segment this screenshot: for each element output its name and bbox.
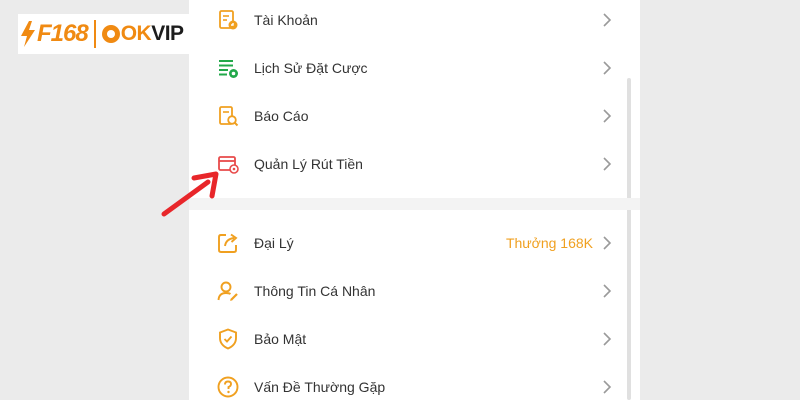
lightning-icon: [21, 21, 35, 47]
section-divider: [189, 198, 640, 210]
menu-label-bet-history: Lịch Sử Đặt Cược: [254, 60, 368, 76]
chevron-right-icon: [603, 13, 612, 27]
menu-label-withdraw-management: Quản Lý Rút Tiền: [254, 156, 363, 172]
scrollbar[interactable]: [627, 78, 631, 400]
agent-icon: [218, 233, 238, 253]
f168-text: F168: [37, 20, 89, 47]
chevron-right-icon: [603, 284, 612, 298]
menu-label-report: Báo Cáo: [254, 108, 309, 124]
okvip-logo: OK VIP: [101, 22, 184, 46]
menu-label-security: Bảo Mật: [254, 331, 307, 347]
menu-item-agent[interactable]: Đại Lý Thưởng 168K: [189, 219, 627, 267]
okvip-emblem-icon: [101, 25, 120, 43]
chevron-right-icon: [603, 380, 612, 394]
shield-icon: [219, 328, 237, 350]
okvip-ok-text: OK: [120, 22, 152, 45]
menu-label-agent: Đại Lý: [254, 235, 294, 251]
red-arrow-icon: [161, 171, 219, 217]
bet-history-icon: [219, 60, 238, 78]
question-icon: [217, 376, 239, 398]
chevron-right-icon: [603, 236, 612, 250]
menu-label-faq: Vấn Đề Thường Gặp: [254, 379, 386, 395]
chevron-right-icon: [603, 332, 612, 346]
chevron-right-icon: [603, 157, 612, 171]
menu-label-personal-info: Thông Tin Cá Nhân: [254, 283, 376, 299]
menu-item-personal-info[interactable]: Thông Tin Cá Nhân: [189, 267, 627, 315]
menu-item-faq[interactable]: Vấn Đề Thường Gặp: [189, 363, 627, 400]
menu-item-withdraw-management[interactable]: Quản Lý Rút Tiền: [189, 140, 627, 188]
logo-divider: [93, 20, 96, 48]
agent-bonus-badge: Thưởng 168K: [505, 235, 593, 251]
account-icon: [219, 10, 238, 30]
menu-item-security[interactable]: Bảo Mật: [189, 315, 627, 363]
chevron-right-icon: [603, 109, 612, 123]
chevron-right-icon: [603, 61, 612, 75]
menu-item-bet-history[interactable]: Lịch Sử Đặt Cược: [189, 44, 627, 92]
report-icon: [219, 106, 239, 127]
f168-logo: F168: [20, 20, 89, 48]
personal-info-icon: [217, 281, 238, 301]
okvip-vip-text: VIP: [151, 22, 184, 45]
menu-label-account: Tài Khoản: [254, 12, 318, 28]
menu-item-report[interactable]: Báo Cáo: [189, 92, 627, 140]
menu-item-account[interactable]: Tài Khoản: [189, 0, 627, 44]
brand-logo: F168 OK VIP: [18, 14, 190, 54]
